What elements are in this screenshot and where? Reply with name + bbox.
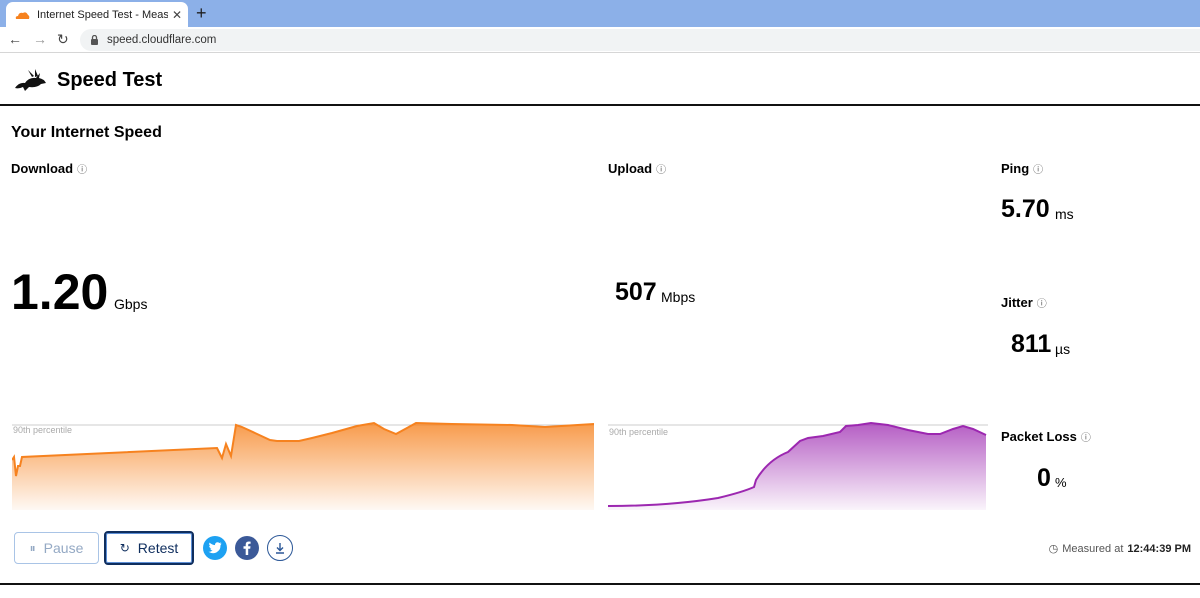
new-tab-button[interactable]: + xyxy=(196,3,207,24)
download-icon xyxy=(276,543,284,554)
url-field[interactable]: speed.cloudflare.com xyxy=(80,29,1200,51)
tab-title: Internet Speed Test - Measure Ne xyxy=(37,8,168,21)
jitter-label-text: Jitter xyxy=(1001,295,1033,310)
download-results-button[interactable] xyxy=(267,535,293,561)
browser-tab-bar: Internet Speed Test - Measure Ne ✕ + xyxy=(0,0,1200,27)
upload-percentile-label: 90th percentile xyxy=(609,427,669,437)
info-icon[interactable]: ⓘ xyxy=(1081,433,1091,444)
upload-unit: Mbps xyxy=(661,289,696,305)
pause-button[interactable]: ⏸ Pause xyxy=(14,532,99,564)
rabbit-logo-icon xyxy=(15,69,46,91)
reload-icon[interactable]: ↻ xyxy=(57,31,69,48)
forward-icon[interactable]: → xyxy=(33,31,47,47)
info-icon[interactable]: ⓘ xyxy=(77,165,87,176)
tab-close-icon[interactable]: ✕ xyxy=(172,8,182,22)
upload-label-text: Upload xyxy=(608,161,653,176)
info-icon[interactable]: ⓘ xyxy=(1033,165,1043,176)
twitter-share-button[interactable] xyxy=(203,536,227,560)
address-bar: ← → ↻ speed.cloudflare.com xyxy=(0,27,1200,53)
lock-icon xyxy=(91,35,98,45)
pause-icon: ⏸ xyxy=(29,540,36,555)
info-icon[interactable]: ⓘ xyxy=(656,165,666,176)
download-label-text: Download xyxy=(11,161,74,176)
jitter-value: 811 xyxy=(1011,330,1052,358)
jitter-label: Jitter ⓘ xyxy=(1001,295,1047,310)
packet-loss-label: Packet Loss ⓘ xyxy=(1001,429,1091,444)
pause-label: Pause xyxy=(43,540,84,556)
twitter-icon xyxy=(208,542,222,554)
measured-prefix: Measured at xyxy=(1062,542,1124,555)
cloudflare-icon xyxy=(15,11,30,19)
download-chart: 90th percentile xyxy=(11,420,595,510)
upload-label: Upload ⓘ xyxy=(608,161,666,176)
ping-value: 5.70 xyxy=(1001,195,1050,223)
download-unit: Gbps xyxy=(114,296,148,312)
download-area xyxy=(12,423,594,510)
download-value: 1.20 xyxy=(11,264,109,320)
packet-loss-label-text: Packet Loss xyxy=(1001,429,1077,444)
facebook-share-button[interactable] xyxy=(235,536,259,560)
site-header: Speed Test xyxy=(0,54,1200,106)
retest-label: Retest xyxy=(137,540,179,556)
upload-chart: 90th percentile xyxy=(607,420,988,510)
retest-button[interactable]: ↻ Retest xyxy=(104,531,194,565)
clock-icon: ◷ xyxy=(1048,543,1059,555)
section-title: Your Internet Speed xyxy=(11,124,162,141)
upload-value: 507 xyxy=(615,278,657,306)
back-icon[interactable]: ← xyxy=(8,31,22,47)
retest-icon: ↻ xyxy=(119,541,130,555)
info-icon[interactable]: ⓘ xyxy=(1037,299,1047,310)
packet-loss-unit: % xyxy=(1055,475,1067,490)
site-title: Speed Test xyxy=(57,69,163,91)
download-chart-svg xyxy=(11,421,595,510)
packet-loss-value: 0 xyxy=(1037,464,1051,492)
ping-label-text: Ping xyxy=(1001,161,1030,176)
jitter-unit: µs xyxy=(1055,341,1071,357)
url-text: speed.cloudflare.com xyxy=(107,34,217,46)
ping-label: Ping ⓘ xyxy=(1001,161,1043,176)
measured-time: 12:44:39 PM xyxy=(1127,542,1191,555)
download-percentile-label: 90th percentile xyxy=(13,425,73,435)
browser-tab[interactable]: Internet Speed Test - Measure Ne ✕ xyxy=(6,2,188,27)
measured-at: ◷ Measured at 12:44:39 PM xyxy=(1048,542,1191,556)
ping-unit: ms xyxy=(1055,206,1074,222)
download-label: Download ⓘ xyxy=(11,161,87,176)
bottom-divider xyxy=(0,583,1200,585)
facebook-icon xyxy=(243,541,251,555)
